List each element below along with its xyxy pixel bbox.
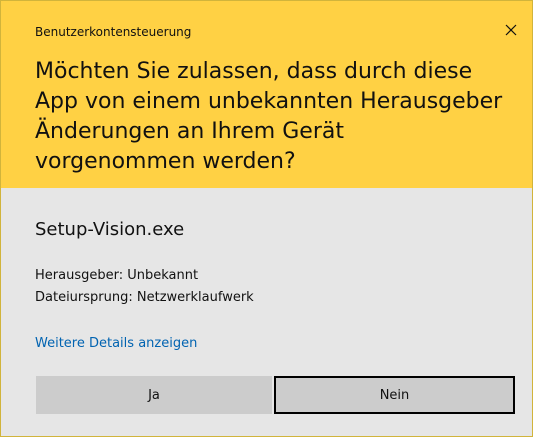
dialog-caption: Benutzerkontensteuerung [35,25,192,39]
no-button[interactable]: Nein [274,376,515,414]
close-button[interactable] [500,19,522,41]
file-origin-info: Dateiursprung: Netzwerklaufwerk [35,290,254,305]
publisher-info: Herausgeber: Unbekannt [35,268,199,283]
close-icon [505,24,517,36]
yes-button[interactable]: Ja [36,376,272,414]
app-name: Setup-Vision.exe [35,219,185,240]
dialog-question: Möchten Sie zulassen, dass durch diese A… [35,59,503,174]
dialog-header: Benutzerkontensteuerung Möchten Sie zula… [1,1,532,188]
show-details-link[interactable]: Weitere Details anzeigen [35,336,197,351]
uac-dialog: Benutzerkontensteuerung Möchten Sie zula… [0,0,533,437]
